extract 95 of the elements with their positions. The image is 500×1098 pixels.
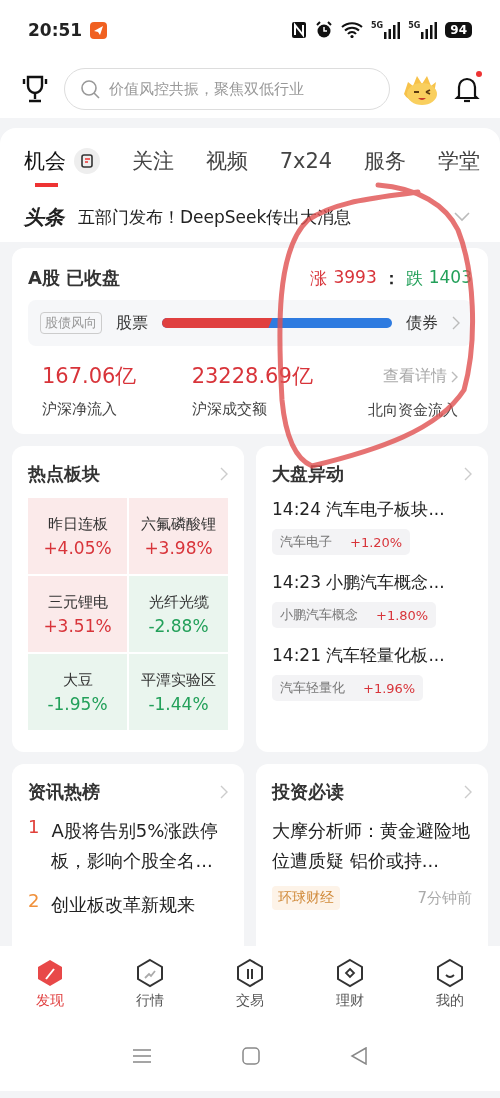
stat-value: 167.06亿 <box>42 363 137 390</box>
chevron-right-icon[interactable] <box>464 467 472 481</box>
sector-change: +4.05% <box>43 537 112 558</box>
tag-change: +1.20% <box>350 534 403 550</box>
article-headline[interactable]: 大摩分析师：黄金避险地位遭质疑 铝价或持... <box>272 816 472 876</box>
bonds-label: 债券 <box>406 312 438 334</box>
sector-change: -1.95% <box>47 693 108 714</box>
nav-tab[interactable]: 行情 <box>115 957 185 1010</box>
sector-tag[interactable]: 汽车电子 +1.20% <box>272 529 411 555</box>
stat-label: 沪深净流入 <box>42 400 117 419</box>
stock-bond-tag: 股债风向 <box>40 312 102 334</box>
unread-dot <box>476 71 482 77</box>
nfc-icon <box>291 21 307 39</box>
tab[interactable]: 关注 <box>131 147 174 187</box>
sector-tile[interactable]: 六氟磷酸锂 +3.98% <box>129 498 228 574</box>
market-status-title: A股 已收盘 <box>28 266 121 290</box>
menu-icon[interactable] <box>132 1048 152 1064</box>
stocks-label: 股票 <box>116 312 148 334</box>
sector-tile[interactable]: 平潭实验区 -1.44% <box>129 654 228 730</box>
tag-name: 汽车电子 <box>280 533 332 551</box>
nav-tab[interactable]: 理财 <box>315 957 385 1010</box>
rank-number: 1 <box>28 816 40 839</box>
app-notification-icon <box>90 21 108 39</box>
news-headline[interactable]: 创业板改革新规来 <box>51 890 196 920</box>
sector-change: +3.98% <box>144 537 213 558</box>
nav-tab[interactable]: 发现 <box>15 957 85 1010</box>
search-field[interactable]: 价值风控共振，聚焦双低行业 <box>64 68 390 110</box>
compass-icon <box>35 957 65 988</box>
chevron-right-icon <box>451 370 458 383</box>
chevron-right-icon[interactable] <box>464 785 472 799</box>
sector-name: 三元锂电 <box>47 592 108 612</box>
tab[interactable]: 机会 <box>24 147 100 187</box>
tag-name: 小鹏汽车概念 <box>280 606 358 624</box>
headline-source-logo: 头条 <box>24 203 64 231</box>
sector-tile[interactable]: 大豆 -1.95% <box>28 654 127 730</box>
ratio-separator: ： <box>382 266 400 290</box>
diamond-icon <box>335 957 365 988</box>
network-type: 5G <box>408 21 421 30</box>
tag-name: 汽车轻量化 <box>280 679 345 697</box>
rank-number: 2 <box>28 890 40 913</box>
news-headline[interactable]: A股将告别5%涨跌停板，影响个股全名... <box>51 816 228 876</box>
market-move-text[interactable]: 14:21 汽车轻量化板... <box>272 644 472 667</box>
sector-tile[interactable]: 三元锂电 +3.51% <box>28 576 127 652</box>
sector-name: 六氟磷酸锂 <box>141 514 216 534</box>
signal-icon <box>421 21 438 39</box>
publish-time: 7分钟前 <box>417 888 472 908</box>
tag-change: +1.80% <box>376 607 429 623</box>
sector-tag[interactable]: 小鹏汽车概念 +1.80% <box>272 602 437 628</box>
sector-change: -1.44% <box>148 693 209 714</box>
decliners-label: 跌 <box>405 266 423 290</box>
chevron-right-icon[interactable] <box>220 785 228 799</box>
advancers-count: 3993 <box>333 266 377 289</box>
advancers-label: 涨 <box>310 266 328 290</box>
chevron-right-icon <box>452 316 460 330</box>
stat-label: 沪深成交额 <box>191 400 267 419</box>
stock-bond-panel[interactable]: 股债风向 股票 债券 <box>28 300 472 346</box>
market-move-text[interactable]: 14:24 汽车电子板块... <box>272 498 472 521</box>
tab[interactable]: 学堂 <box>437 147 480 187</box>
chevron-right-icon[interactable] <box>220 467 228 481</box>
nav-tab[interactable]: 交易 <box>215 957 285 1010</box>
battery-level: 94 <box>445 22 472 38</box>
sector-name: 大豆 <box>62 670 93 690</box>
signal-icon <box>384 21 401 39</box>
network-type: 5G <box>371 21 384 30</box>
market-move-text[interactable]: 14:23 小鹏汽车概念... <box>272 571 472 594</box>
status-time: 20:51 <box>28 20 83 40</box>
search-icon <box>80 79 100 99</box>
chevron-down-icon[interactable] <box>454 212 470 222</box>
pause-bars-icon <box>235 957 265 988</box>
sector-change: +3.51% <box>43 615 112 636</box>
trophy-icon[interactable] <box>20 74 50 104</box>
tab[interactable]: 视频 <box>205 147 248 187</box>
sector-change: -2.88% <box>148 615 209 636</box>
tag-change: +1.96% <box>363 680 416 696</box>
sector-tile[interactable]: 光纤光缆 -2.88% <box>129 576 228 652</box>
document-icon <box>74 148 100 174</box>
sector-tile[interactable]: 昨日连板 +4.05% <box>28 498 127 574</box>
notification-bell-icon[interactable] <box>454 75 480 103</box>
sector-name: 昨日连板 <box>47 514 108 534</box>
card-title: 大盘异动 <box>272 462 344 486</box>
smile-icon <box>435 957 465 988</box>
nav-tab[interactable]: 我的 <box>415 957 485 1010</box>
back-icon[interactable] <box>350 1047 368 1065</box>
sector-name: 平潭实验区 <box>141 670 216 690</box>
card-title: 热点板块 <box>28 462 100 486</box>
wifi-icon <box>341 22 363 38</box>
trend-chart-icon <box>135 957 165 988</box>
sector-tag[interactable]: 汽车轻量化 +1.96% <box>272 675 424 701</box>
tab[interactable]: 7x24 <box>279 149 333 185</box>
card-title: 投资必读 <box>272 780 344 804</box>
tab[interactable]: 服务 <box>364 147 407 187</box>
home-icon[interactable] <box>242 1047 260 1065</box>
alarm-icon <box>315 21 333 39</box>
card-title: 资讯热榜 <box>28 780 100 804</box>
sector-name: 光纤光缆 <box>148 592 209 612</box>
